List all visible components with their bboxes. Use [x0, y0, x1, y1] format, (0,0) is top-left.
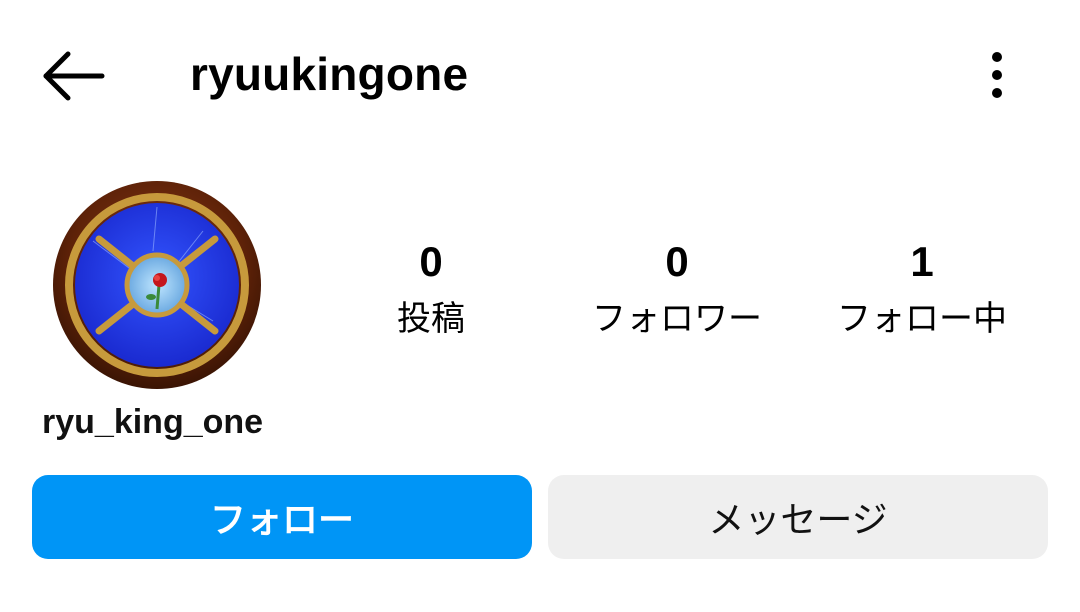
posts-label: 投稿	[397, 299, 465, 339]
follow-button[interactable]: フォロー	[32, 475, 532, 559]
following-label: フォロー中	[837, 299, 1007, 339]
followers-value: 0	[665, 238, 689, 285]
top-bar: ryuukingone	[0, 0, 1080, 150]
display-name: ryu_king_one	[42, 403, 264, 441]
more-options-button[interactable]	[970, 44, 1024, 108]
following-count[interactable]: 1 フォロー中	[812, 234, 1032, 348]
posts-value: 0	[419, 238, 443, 285]
followers-label: フォロワー	[592, 299, 762, 339]
avatar[interactable]	[53, 181, 261, 389]
arrow-left-icon	[43, 51, 105, 101]
page-title: ryuukingone	[190, 48, 469, 100]
following-value: 1	[910, 238, 934, 285]
stained-glass-rose-image	[53, 181, 261, 389]
back-button[interactable]	[36, 46, 110, 106]
followers-count[interactable]: 0 フォロワー	[567, 234, 787, 348]
posts-count[interactable]: 0 投稿	[321, 234, 541, 348]
message-button[interactable]: メッセージ	[548, 475, 1048, 559]
more-vertical-icon	[992, 52, 1002, 98]
